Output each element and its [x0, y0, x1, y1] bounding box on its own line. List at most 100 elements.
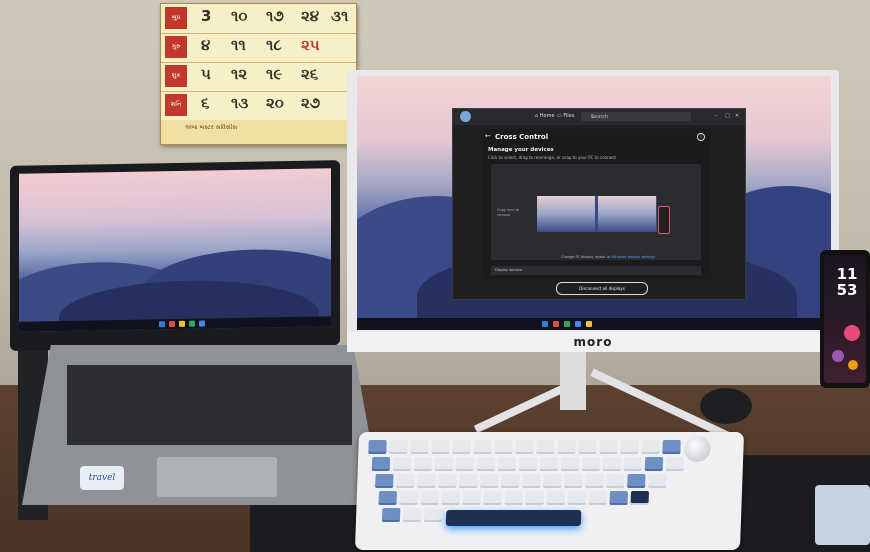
- keycap[interactable]: [627, 474, 646, 488]
- keycap[interactable]: [662, 440, 681, 454]
- app-icon[interactable]: [189, 320, 195, 327]
- keycap[interactable]: [378, 491, 397, 505]
- page-title: Cross Control: [495, 133, 549, 141]
- minimize-icon[interactable]: –: [715, 113, 718, 119]
- display-options-label: Display options: [495, 268, 522, 272]
- keycap[interactable]: [588, 491, 607, 505]
- keycap[interactable]: [585, 474, 604, 488]
- keycap[interactable]: [420, 491, 439, 505]
- spacebar[interactable]: [445, 510, 582, 526]
- keycap[interactable]: [543, 474, 562, 488]
- display-2[interactable]: [598, 196, 656, 232]
- keycap[interactable]: [564, 474, 583, 488]
- keycap[interactable]: [602, 457, 622, 471]
- app-icon[interactable]: [553, 321, 559, 327]
- keycap[interactable]: [560, 457, 580, 471]
- mechanical-keyboard[interactable]: [354, 432, 745, 550]
- keycap[interactable]: [497, 457, 517, 471]
- keycap[interactable]: [452, 440, 471, 454]
- keycap[interactable]: [641, 440, 660, 454]
- help-icon[interactable]: i: [697, 133, 705, 141]
- keycap[interactable]: [525, 491, 544, 505]
- keycap[interactable]: [381, 508, 401, 522]
- folder-icon[interactable]: [179, 320, 185, 327]
- keycap[interactable]: [501, 474, 520, 488]
- keycap[interactable]: [438, 474, 457, 488]
- keycap[interactable]: [375, 474, 394, 488]
- keycap[interactable]: [459, 474, 478, 488]
- keycap[interactable]: [557, 440, 576, 454]
- pc-display-tile[interactable]: [537, 196, 657, 232]
- keycap[interactable]: [581, 457, 601, 471]
- keycap[interactable]: [476, 457, 496, 471]
- close-icon[interactable]: ✕: [735, 113, 739, 119]
- flower-icon: [848, 360, 858, 370]
- keycap[interactable]: [644, 457, 664, 471]
- keycap[interactable]: [567, 491, 586, 505]
- keycap[interactable]: [630, 491, 649, 505]
- app-icon[interactable]: [169, 321, 175, 328]
- volume-knob[interactable]: [684, 436, 711, 462]
- start-icon[interactable]: [542, 321, 548, 327]
- keycap[interactable]: [389, 440, 408, 454]
- keycap[interactable]: [368, 440, 387, 454]
- nav-home[interactable]: ⌂ Home: [535, 113, 555, 119]
- keycap[interactable]: [536, 440, 555, 454]
- keycap[interactable]: [623, 457, 643, 471]
- keycap[interactable]: [504, 491, 523, 505]
- keycap[interactable]: [546, 491, 565, 505]
- keycap[interactable]: [410, 440, 429, 454]
- search-input[interactable]: ⌕ Search: [581, 112, 691, 121]
- maximize-icon[interactable]: □: [725, 113, 730, 119]
- speaker-puck: [700, 388, 752, 424]
- browser-icon[interactable]: [199, 320, 205, 327]
- keycap[interactable]: [480, 474, 499, 488]
- keycap[interactable]: [441, 491, 460, 505]
- keycap[interactable]: [473, 440, 492, 454]
- browser-icon[interactable]: [575, 321, 581, 327]
- keycap[interactable]: [402, 508, 422, 522]
- keycap[interactable]: [413, 457, 433, 471]
- folder-icon[interactable]: [586, 321, 592, 327]
- keycap[interactable]: [599, 440, 618, 454]
- keycap[interactable]: [515, 440, 534, 454]
- laptop-trackpad[interactable]: [157, 457, 277, 497]
- keycap[interactable]: [399, 491, 418, 505]
- display-settings-link[interactable]: Windows display settings: [611, 255, 655, 259]
- keycap[interactable]: [431, 440, 450, 454]
- keycap[interactable]: [417, 474, 436, 488]
- keycap[interactable]: [462, 491, 481, 505]
- keycap[interactable]: [606, 474, 625, 488]
- keycap[interactable]: [392, 457, 412, 471]
- phone-device-tile[interactable]: [658, 206, 670, 234]
- drag-remove-zone[interactable]: Drag here to remove: [497, 208, 527, 218]
- keycap[interactable]: [518, 457, 538, 471]
- keycap[interactable]: [396, 474, 415, 488]
- keycap[interactable]: [620, 440, 639, 454]
- avatar[interactable]: [460, 111, 471, 122]
- keycap[interactable]: [609, 491, 628, 505]
- keycap[interactable]: [434, 457, 454, 471]
- keycap[interactable]: [522, 474, 541, 488]
- back-arrow-icon[interactable]: ←: [485, 132, 491, 140]
- keycap[interactable]: [455, 457, 475, 471]
- keycap[interactable]: [648, 474, 667, 488]
- app-icon[interactable]: [564, 321, 570, 327]
- display-1[interactable]: [537, 196, 595, 232]
- keycap[interactable]: [665, 457, 685, 471]
- app-content: ← Cross Control i Manage your devices Cl…: [483, 129, 711, 279]
- keycap[interactable]: [483, 491, 502, 505]
- keycap[interactable]: [539, 457, 559, 471]
- disconnect-all-button[interactable]: Disconnect all displays: [556, 282, 648, 295]
- calendar-date: ૪: [201, 36, 211, 54]
- keycap[interactable]: [371, 457, 391, 471]
- laptop-keyboard[interactable]: [67, 365, 352, 445]
- keycap[interactable]: [494, 440, 513, 454]
- keycap[interactable]: [423, 508, 443, 522]
- display-options-row[interactable]: Display options: [491, 266, 701, 275]
- phone-screen[interactable]: 11 53: [824, 255, 866, 383]
- keycap[interactable]: [578, 440, 597, 454]
- calendar-date: ૧૨: [231, 65, 248, 83]
- nav-files[interactable]: ▭ Files: [557, 113, 574, 119]
- start-icon[interactable]: [159, 321, 165, 328]
